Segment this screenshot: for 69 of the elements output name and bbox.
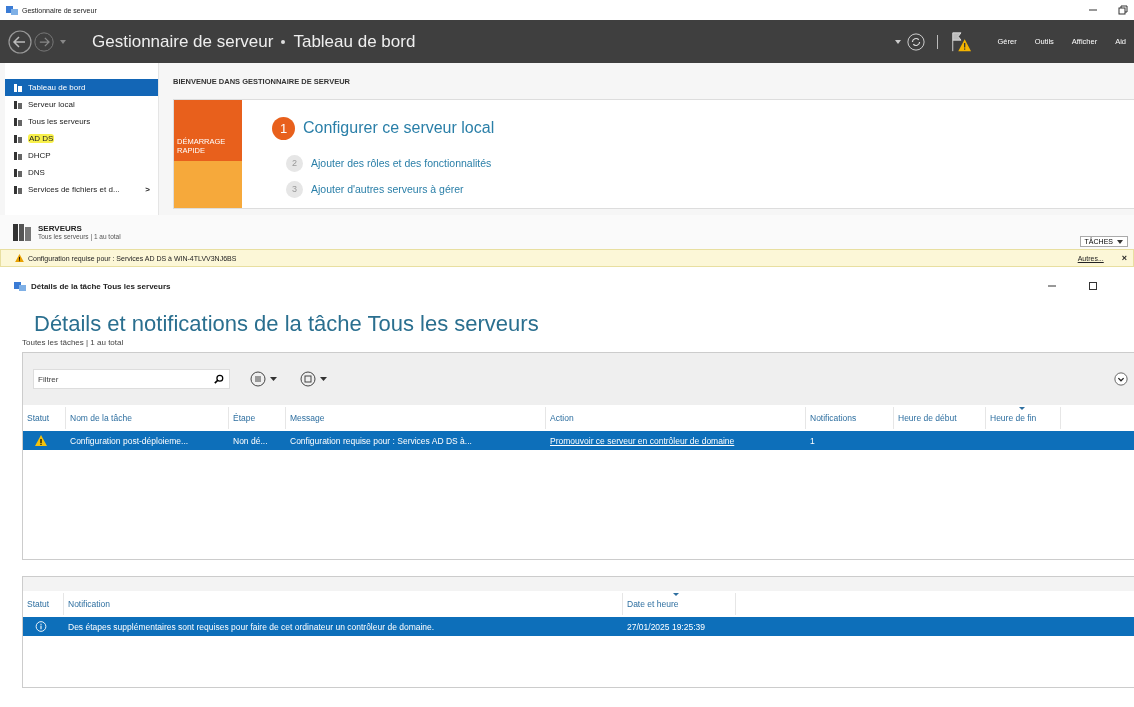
column-header[interactable]: Heure de début [894,407,986,429]
warning-icon [35,435,47,446]
server-icon [13,167,23,178]
column-header[interactable]: Action [546,407,806,429]
step-link[interactable]: Ajouter d'autres serveurs à gérer [311,183,464,195]
window-title: Détails de la tâche Tous les serveurs [31,281,171,291]
flag-warning-icon[interactable] [949,30,972,53]
sidebar-item[interactable]: DNS [5,164,158,181]
sidebar-item[interactable]: Services de fichiers et d... > [5,181,158,198]
column-header[interactable]: Notifications [806,407,894,429]
table-cell: 1 [810,435,815,446]
task-row[interactable]: Configuration post-déploieme... Non dé... Configuration requise pour : Services AD DS à... Promouvoir ce serveur en contrôleur de domaine 1 [23,431,1134,450]
server-icon [13,116,23,127]
server-icon [13,99,23,110]
table-cell: 27/01/2025 19:25:39 [627,621,705,632]
column-header[interactable]: Étape [229,407,286,429]
server-icon [13,133,23,144]
sidebar-item[interactable]: Tableau de bord [5,79,158,96]
step-number: 1 [272,116,295,140]
page-heading: Détails et notifications de la tâche Tous les serveurs [33,310,540,338]
filter-field[interactable]: Filtrer [33,369,230,389]
table-cell: Configuration requise pour : Services AD DS à... [290,435,472,446]
notification-row[interactable]: Des étapes supplémentaires sont requises pour faire de cet ordinateur un contrôleur de domaine. 27/01/2025 19:25:39 [23,617,1134,636]
separator-icon [281,39,286,44]
sidebar-item[interactable]: Serveur local [5,96,158,113]
column-header[interactable]: Notification [64,593,623,615]
maximize-icon[interactable] [1088,281,1098,291]
server-icon [13,150,23,161]
save-menu-icon[interactable] [300,371,330,387]
section-title: SERVEURS [38,224,83,233]
column-header[interactable]: Statut [23,407,66,429]
action-link[interactable]: Promouvoir ce serveur en contrôleur de domaine [550,435,735,446]
server-icon [13,184,23,195]
step-number: 2 [286,154,303,172]
column-header[interactable]: Statut [23,593,64,615]
column-header[interactable]: Nom de la tâche [66,407,229,429]
table-cell: Non dé... [233,435,268,446]
sidebar-item[interactable]: Tous les serveurs [5,113,158,130]
caret-icon [1117,239,1123,244]
refresh-icon[interactable] [906,32,925,51]
forward-icon[interactable] [34,31,54,52]
caret-icon[interactable] [894,39,901,44]
close-button[interactable]: × [1121,253,1127,263]
breadcrumb-item[interactable]: Tableau de bord [293,31,416,52]
warning-icon [15,254,24,262]
sidebar-item[interactable]: AD DS [5,130,158,147]
back-icon[interactable] [8,29,32,54]
column-header[interactable]: Date et heure [623,593,736,615]
page-subtitle: Toutes les tâches | 1 au total [22,338,125,349]
table-cell: Des étapes supplémentaires sont requises pour faire de cet ordinateur un contrôleur de domaine. [68,621,435,632]
search-icon [214,374,224,384]
info-icon [35,621,47,632]
caret-icon[interactable] [60,39,66,44]
sidebar-item[interactable]: DHCP [5,147,158,164]
column-header[interactable]: Message [286,407,546,429]
restore-icon[interactable] [1118,5,1128,15]
task-window-icon [14,281,26,291]
step-link[interactable]: Ajouter des rôles et des fonctionnalités [311,157,492,169]
table-cell: Configuration post-déploieme... [70,435,189,446]
server-icon [13,82,23,93]
step-link[interactable]: Configurer ce serveur local [303,119,495,137]
tile-block [174,161,242,208]
servers-icon [12,222,32,242]
app-icon [6,5,18,15]
breadcrumb-item[interactable]: Gestionnaire de serveur [92,31,274,52]
expand-icon[interactable] [1114,372,1128,386]
list-menu-icon[interactable] [250,371,280,387]
column-header[interactable]: Heure de fin [986,407,1061,429]
step-number: 3 [286,180,303,198]
